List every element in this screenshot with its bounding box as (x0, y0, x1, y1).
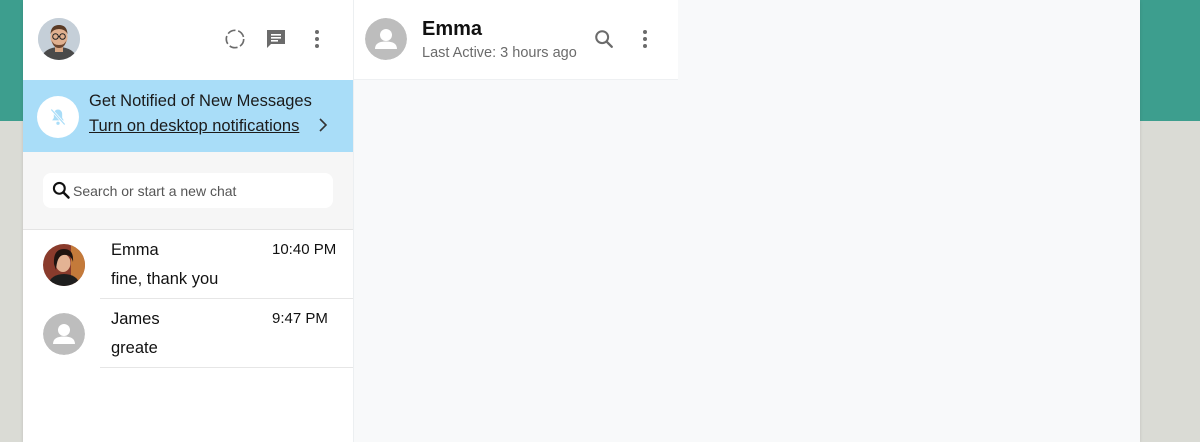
avatar (43, 313, 85, 355)
last-active-status: Last Active: 3 hours ago (422, 45, 577, 61)
chevron-right-icon (319, 118, 328, 132)
search-icon (52, 181, 70, 199)
conversation-header: Emma Last Active: 3 hours ago (354, 0, 678, 80)
notification-banner[interactable]: Get Notified of New Messages Turn on des… (23, 80, 353, 152)
avatar (43, 244, 85, 286)
status-icon[interactable] (221, 25, 249, 53)
menu-icon[interactable] (631, 25, 659, 53)
chat-contact-name: Emma (111, 241, 159, 259)
chat-contact-name: James (111, 310, 160, 328)
new-chat-icon[interactable] (262, 25, 290, 53)
profile-photo (38, 18, 80, 60)
conversation-pane: Emma Last Active: 3 hours ago (354, 0, 1140, 442)
my-profile-avatar[interactable] (38, 18, 80, 60)
contact-avatar[interactable] (365, 18, 407, 60)
search-input[interactable] (73, 173, 328, 208)
default-user-icon (365, 18, 407, 60)
divider (100, 367, 353, 368)
chat-list-item-emma[interactable]: Emma 10:40 PM fine, thank you (23, 230, 353, 299)
search-area (23, 152, 353, 230)
chat-last-message: fine, thank you (111, 270, 219, 288)
sidebar: Get Notified of New Messages Turn on des… (23, 0, 354, 442)
chat-timestamp: 10:40 PM (272, 241, 337, 258)
notification-title: Get Notified of New Messages (89, 92, 312, 110)
contact-name: Emma (422, 18, 483, 40)
sidebar-header (23, 0, 353, 80)
bell-off-icon (37, 96, 79, 138)
chat-last-message: greate (111, 339, 158, 357)
chat-timestamp: 9:47 PM (272, 310, 328, 327)
search-box[interactable] (43, 173, 333, 208)
menu-icon[interactable] (303, 25, 331, 53)
chat-list-item-james[interactable]: James 9:47 PM greate (23, 299, 353, 368)
default-user-icon (43, 313, 85, 355)
search-icon[interactable] (590, 25, 618, 53)
chat-app-window: Get Notified of New Messages Turn on des… (23, 0, 1140, 442)
chat-list: Emma 10:40 PM fine, thank you James 9:47… (23, 230, 353, 368)
enable-notifications-link[interactable]: Turn on desktop notifications (89, 117, 299, 136)
